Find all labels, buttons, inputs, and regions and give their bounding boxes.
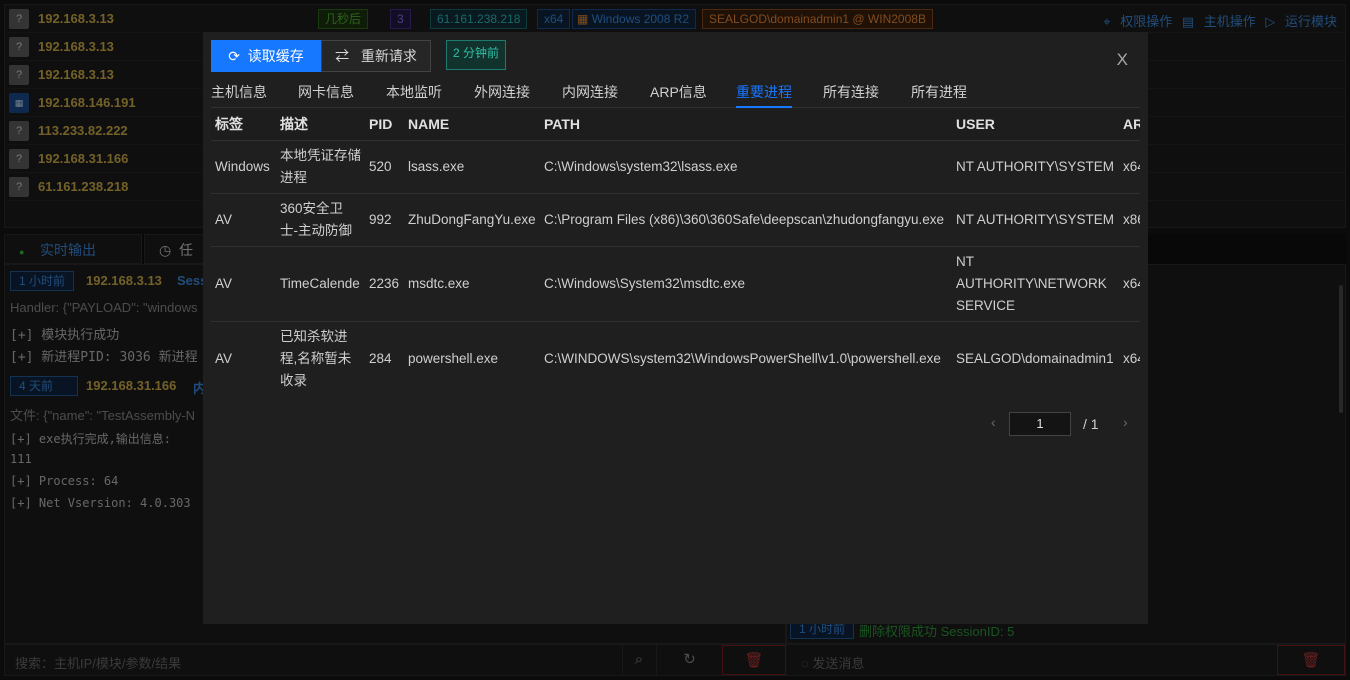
cell-user: NT AUTHORITY\SYSTEM	[952, 193, 1119, 247]
cell-desc: 已知杀软进程,名称暂未收录	[276, 321, 365, 396]
tab-external-conn[interactable]: 外网连接	[474, 82, 530, 102]
table-row: Windows 本地凭证存储进程 520 lsass.exe C:\Window…	[211, 140, 1140, 194]
table-header: 标签 描述 PID NAME PATH USER AR	[211, 109, 1140, 141]
tab-all-processes[interactable]: 所有进程	[911, 82, 967, 102]
prev-page-icon[interactable]: ‹	[991, 414, 996, 430]
cell-arch: x86	[1119, 193, 1140, 247]
process-table: 标签 描述 PID NAME PATH USER AR Windows 本地凭证…	[211, 109, 1140, 396]
process-modal: ⟳ 读取缓存 ⇄ 重新请求 2 分钟前 X 主机信息 网卡信息 本地监听 外网连…	[203, 32, 1148, 624]
tab-all-connections[interactable]: 所有连接	[823, 82, 879, 102]
close-icon[interactable]: X	[1117, 50, 1128, 70]
cell-user: NT AUTHORITY\SYSTEM	[952, 140, 1119, 194]
cell-pid: 2236	[365, 246, 404, 322]
table-row: AV TimeCalende 2236 msdtc.exe C:\Windows…	[211, 246, 1140, 322]
cell-pid: 992	[365, 193, 404, 247]
cell-name: lsass.exe	[404, 140, 540, 194]
tab-host-info[interactable]: 主机信息	[211, 82, 267, 102]
tab-nic-info[interactable]: 网卡信息	[298, 82, 354, 102]
cell-arch: x64	[1119, 321, 1140, 396]
cell-pid: 520	[365, 140, 404, 194]
tab-internal-conn[interactable]: 内网连接	[562, 82, 618, 102]
cell-arch: x64	[1119, 246, 1140, 322]
col-name: NAME	[404, 109, 540, 141]
cell-tag: AV	[211, 321, 276, 396]
table-row: AV 已知杀软进程,名称暂未收录 284 powershell.exe C:\W…	[211, 321, 1140, 396]
cell-path: C:\Windows\System32\msdtc.exe	[540, 246, 952, 322]
cell-arch: x64	[1119, 140, 1140, 194]
col-desc: 描述	[276, 109, 365, 141]
cell-desc: 本地凭证存储进程	[276, 140, 365, 194]
page-total: / 1	[1083, 416, 1099, 432]
col-arch: AR	[1119, 109, 1140, 141]
cell-tag: AV	[211, 246, 276, 322]
next-page-icon[interactable]: ›	[1123, 414, 1128, 430]
cell-name: powershell.exe	[404, 321, 540, 396]
cache-time-tag: 2 分钟前	[446, 40, 507, 70]
cell-path: C:\WINDOWS\system32\WindowsPowerShell\v1…	[540, 321, 952, 396]
cell-desc: TimeCalende	[276, 246, 365, 322]
col-user: USER	[952, 109, 1119, 141]
cell-path: C:\Windows\system32\lsass.exe	[540, 140, 952, 194]
tab-local-listen[interactable]: 本地监听	[386, 82, 442, 102]
cell-name: ZhuDongFangYu.exe	[404, 193, 540, 247]
cell-user: SEALGOD\domainadmin1	[952, 321, 1119, 396]
refresh-request-button[interactable]: ⇄ 重新请求	[321, 40, 431, 72]
cell-tag: AV	[211, 193, 276, 247]
info-tabs: 主机信息 网卡信息 本地监听 外网连接 内网连接 ARP信息 重要进程 所有连接…	[211, 80, 1140, 108]
table-row: AV 360安全卫士-主动防御 992 ZhuDongFangYu.exe C:…	[211, 193, 1140, 247]
read-cache-button[interactable]: ⟳ 读取缓存	[211, 40, 321, 72]
cell-pid: 284	[365, 321, 404, 396]
tab-important-processes[interactable]: 重要进程	[736, 82, 792, 102]
tab-arp-info[interactable]: ARP信息	[650, 82, 707, 102]
page-input[interactable]: 1	[1009, 412, 1071, 436]
active-tab-indicator	[736, 106, 792, 108]
cell-user: NT AUTHORITY\NETWORK SERVICE	[952, 246, 1119, 322]
cell-tag: Windows	[211, 140, 276, 194]
col-pid: PID	[365, 109, 404, 141]
col-tag: 标签	[211, 109, 276, 141]
swap-icon: ⇄	[335, 48, 350, 64]
cell-desc: 360安全卫士-主动防御	[276, 193, 365, 247]
col-path: PATH	[540, 109, 952, 141]
cell-path: C:\Program Files (x86)\360\360Safe\deeps…	[540, 193, 952, 247]
cell-name: msdtc.exe	[404, 246, 540, 322]
sync-icon: ⟳	[228, 48, 240, 64]
